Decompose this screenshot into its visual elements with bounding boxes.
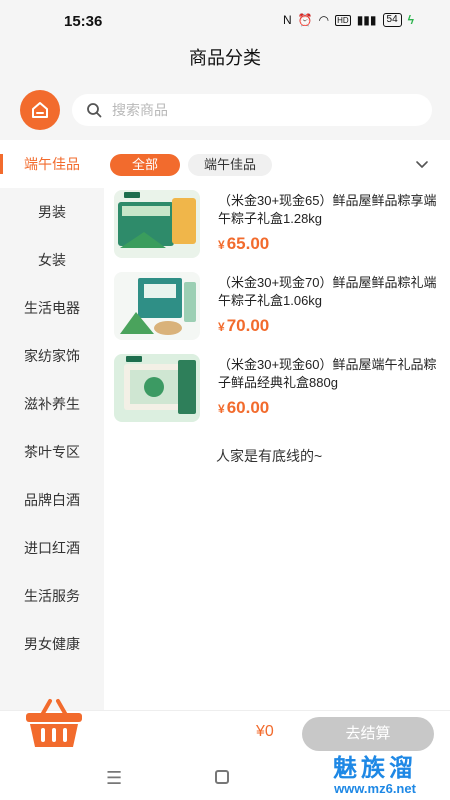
sidebar-item-imported-wine[interactable]: 进口红酒 [0,524,104,572]
status-bar: 15:36 N ⏰ ◠ HD ▮▮▮ 54 ϟ [0,0,450,40]
sidebar-item-womenswear[interactable]: 女装 [0,236,104,284]
search-row: 搜索商品 [0,80,450,140]
sidebar-item-home-textiles[interactable]: 家纺家饰 [0,332,104,380]
sidebar-item-health[interactable]: 男女健康 [0,620,104,668]
subcategory-tabs: 全部 端午佳品 [110,154,273,176]
hd-icon: HD [335,14,351,26]
watermark-url: www.mz6.net [334,781,416,796]
charging-icon: ϟ [407,13,414,27]
sidebar-item-appliances[interactable]: 生活电器 [0,284,104,332]
product-image [114,354,200,422]
product-title: （米金30+现金65）鲜品屋鲜品粽享端午粽子礼盒1.28kg [218,193,437,226]
product-card[interactable]: （米金30+现金60）鲜品屋端午礼品粽子鲜品经典礼盒880g ¥60.00 [114,354,444,426]
product-price: ¥70.00 [218,316,270,335]
search-icon [87,103,102,118]
tab-duanwu[interactable]: 端午佳品 [188,154,273,176]
sidebar-item-menswear[interactable]: 男装 [0,188,104,236]
sidebar-item-duanwu[interactable]: 端午佳品 [0,140,104,188]
status-icons: N ⏰ ◠ HD ▮▮▮ 54 ϟ [283,13,414,27]
product-card[interactable]: （米金30+现金70）鲜品屋鲜品粽礼端午粽子礼盒1.06kg ¥70.00 [114,272,444,344]
checkout-button[interactable]: 去结算 [302,717,434,751]
sidebar-item-health-tonics[interactable]: 滋补养生 [0,380,104,428]
product-card[interactable]: （米金30+现金65）鲜品屋鲜品粽享端午粽子礼盒1.28kg ¥65.00 [114,190,444,262]
watermark-title: 魅族溜 [333,755,417,782]
cart-bar: ¥0 去结算 [0,699,450,756]
alarm-icon: ⏰ [297,13,313,27]
cart-total: ¥0 [256,723,274,740]
product-price: ¥65.00 [218,234,270,253]
search-input[interactable]: 搜索商品 [72,94,432,126]
search-placeholder: 搜索商品 [112,102,168,118]
product-title: （米金30+现金70）鲜品屋鲜品粽礼端午粽子礼盒1.06kg [218,275,437,308]
system-nav: ☰ 魅族溜 www.mz6.net [0,756,450,800]
signal-icon: ▮▮▮ [356,13,377,27]
battery-icon: 54 [382,13,402,27]
nfc-icon: N [283,13,292,27]
nav-bar: 商品分类 [0,40,450,80]
system-home-icon[interactable] [215,770,229,784]
product-image [114,272,200,340]
home-button[interactable] [20,90,60,130]
home-icon [32,102,48,118]
sidebar-item-tea[interactable]: 茶叶专区 [0,428,104,476]
product-image [114,190,200,258]
wifi-icon: ◠ [318,13,330,27]
sidebar-item-baijiu[interactable]: 品牌白酒 [0,476,104,524]
chevron-down-icon[interactable] [414,156,430,172]
shopping-basket-icon[interactable] [24,697,84,749]
category-sidebar[interactable]: 端午佳品 男装 女装 生活电器 家纺家饰 滋补养生 茶叶专区 品牌白酒 进口红酒… [0,140,104,710]
product-panel: 全部 端午佳品 （米金30+现金65）鲜品屋鲜品粽享端午粽子礼盒1.28kg ¥… [104,140,450,710]
list-end-text: 人家是有底线的~ [216,448,323,464]
menu-icon[interactable]: ☰ [106,768,122,789]
product-title: （米金30+现金60）鲜品屋端午礼品粽子鲜品经典礼盒880g [218,357,437,390]
tab-all[interactable]: 全部 [110,154,181,176]
page-title: 商品分类 [189,48,261,68]
product-price: ¥60.00 [218,398,270,417]
watermark: 魅族溜 www.mz6.net [310,756,440,800]
status-time: 15:36 [64,13,103,30]
sidebar-item-life-services[interactable]: 生活服务 [0,572,104,620]
